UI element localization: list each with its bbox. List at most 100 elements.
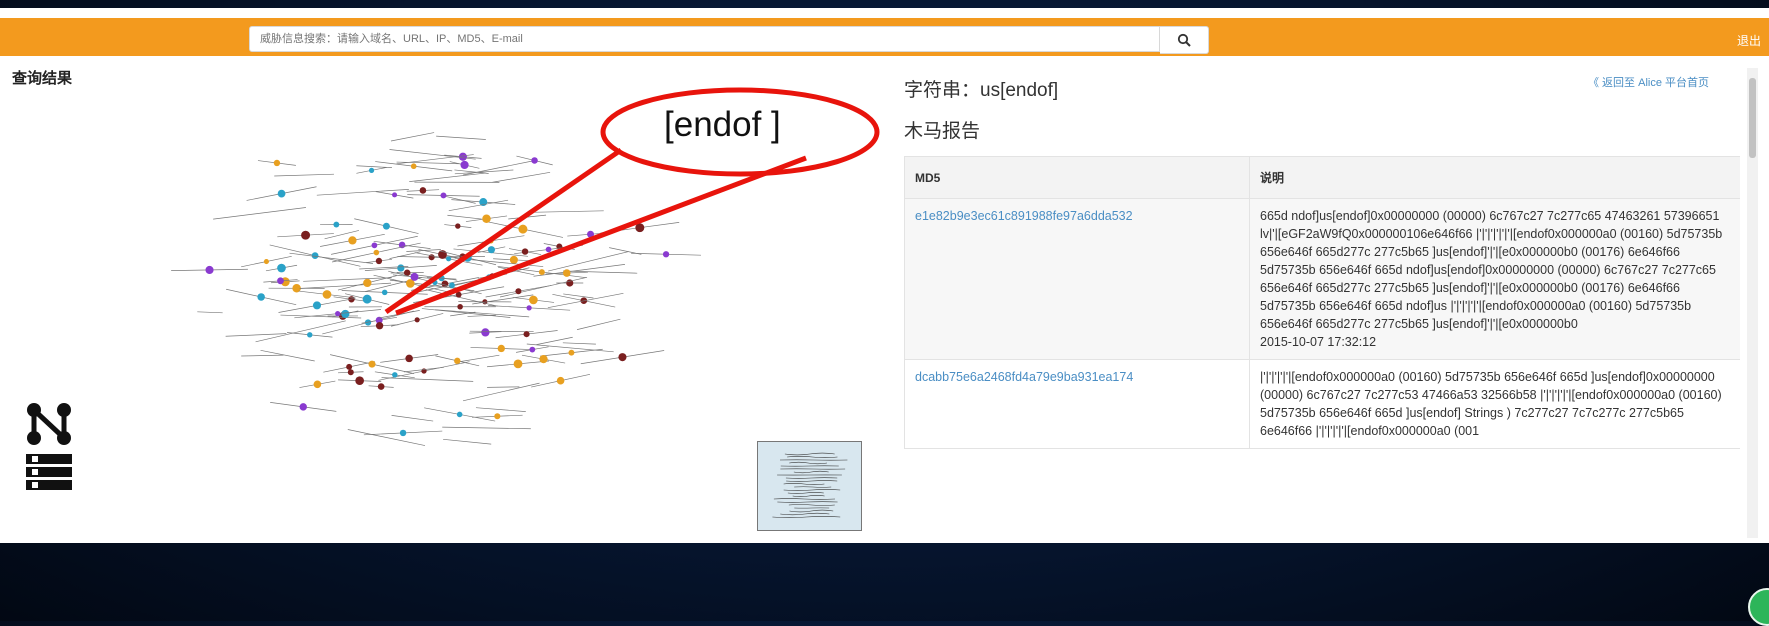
graph-edge: [382, 378, 474, 382]
graph-node[interactable]: [464, 254, 472, 262]
graph-node[interactable]: [514, 359, 523, 368]
graph-edge: [609, 248, 641, 255]
graph-node[interactable]: [341, 310, 349, 318]
graph-node[interactable]: [355, 376, 364, 385]
graph-node[interactable]: [531, 157, 538, 164]
graph-node[interactable]: [522, 248, 528, 254]
graph-node[interactable]: [400, 430, 406, 436]
graph-node[interactable]: [376, 258, 382, 264]
graph-node[interactable]: [440, 192, 446, 198]
graph-node[interactable]: [457, 412, 463, 418]
graph-node[interactable]: [587, 231, 594, 238]
graph-node[interactable]: [376, 322, 383, 329]
scrollbar-thumb[interactable]: [1749, 78, 1756, 158]
graph-node[interactable]: [257, 293, 265, 301]
graph-node[interactable]: [481, 328, 489, 336]
graph-node[interactable]: [411, 273, 419, 281]
graph-node[interactable]: [563, 269, 571, 277]
md5-link[interactable]: dcabb75e6a2468fd4a79e9ba931ea174: [905, 360, 1250, 449]
graph-node[interactable]: [618, 353, 626, 361]
graph-node[interactable]: [277, 277, 284, 284]
graph-edge: [445, 196, 476, 203]
graph-node[interactable]: [539, 355, 547, 363]
minimap-stroke: [789, 462, 827, 464]
graph-node[interactable]: [323, 290, 332, 299]
graph-node[interactable]: [488, 246, 495, 253]
graph-node[interactable]: [277, 264, 286, 273]
graph-node[interactable]: [557, 377, 565, 385]
graph-edge: [213, 208, 306, 220]
graph-node[interactable]: [392, 192, 397, 197]
graph-node[interactable]: [415, 317, 420, 322]
relation-graph[interactable]: [150, 113, 710, 458]
graph-node[interactable]: [454, 358, 460, 364]
graph-node[interactable]: [333, 222, 339, 228]
graph-node[interactable]: [378, 383, 385, 390]
graph-node[interactable]: [510, 256, 518, 264]
graph-node[interactable]: [205, 266, 213, 274]
graph-node[interactable]: [363, 295, 372, 304]
graph-node[interactable]: [363, 279, 371, 287]
graph-minimap[interactable]: [757, 441, 862, 531]
graph-node[interactable]: [456, 292, 462, 298]
graph-node[interactable]: [529, 296, 538, 305]
graph-edge: [436, 136, 486, 139]
graph-node[interactable]: [372, 242, 378, 248]
graph-node[interactable]: [449, 282, 455, 288]
graph-node[interactable]: [432, 280, 437, 285]
graph-node[interactable]: [420, 187, 427, 194]
graph-node[interactable]: [383, 223, 390, 230]
graph-node[interactable]: [397, 264, 404, 271]
graph-node[interactable]: [527, 305, 532, 310]
status-badge[interactable]: [1748, 588, 1769, 626]
graph-node[interactable]: [313, 301, 321, 309]
graph-node[interactable]: [348, 369, 354, 375]
graph-node[interactable]: [515, 288, 521, 294]
graph-node[interactable]: [405, 355, 413, 363]
graph-node[interactable]: [460, 161, 468, 169]
graph-node[interactable]: [568, 350, 574, 356]
graph-node[interactable]: [482, 215, 491, 224]
graph-node[interactable]: [635, 223, 644, 232]
search-input[interactable]: [249, 26, 1160, 52]
graph-edge: [487, 387, 519, 388]
search-button[interactable]: [1160, 26, 1209, 54]
graph-node[interactable]: [348, 236, 356, 244]
graph-node[interactable]: [312, 252, 319, 259]
graph-node[interactable]: [539, 269, 545, 275]
graph-node[interactable]: [489, 273, 495, 279]
graph-node[interactable]: [301, 231, 310, 240]
graph-node[interactable]: [369, 361, 376, 368]
graph-edge: [508, 215, 546, 219]
app-window: 退出 查询结果 字符串：us[endof] 木马报告 《 返回至 Alice 平…: [0, 8, 1769, 543]
graph-node[interactable]: [494, 413, 500, 419]
graph-node[interactable]: [524, 331, 530, 337]
md5-link[interactable]: e1e82b9e3ec61c891988fe97a6dda532: [905, 199, 1250, 360]
graph-node[interactable]: [369, 168, 374, 173]
graph-node[interactable]: [459, 153, 467, 161]
logout-link[interactable]: 退出: [1737, 32, 1761, 49]
graph-node[interactable]: [529, 347, 535, 353]
graph-node[interactable]: [264, 259, 269, 264]
graph-node[interactable]: [518, 225, 527, 234]
graph-node[interactable]: [346, 364, 352, 370]
graph-node[interactable]: [382, 290, 388, 296]
graph-node[interactable]: [457, 304, 463, 310]
graph-node[interactable]: [488, 238, 493, 243]
graph-node[interactable]: [546, 247, 552, 253]
back-to-home-link[interactable]: 《 返回至 Alice 平台首页: [1588, 74, 1709, 90]
graph-node[interactable]: [498, 345, 505, 352]
graph-node[interactable]: [663, 251, 669, 257]
graph-node[interactable]: [274, 160, 280, 166]
graph-node[interactable]: [314, 381, 322, 389]
graph-node[interactable]: [307, 332, 312, 337]
graph-node[interactable]: [300, 403, 307, 410]
description-cell: 665d ndof]us[endof]0x00000000 (00000) 6c…: [1250, 199, 1741, 360]
graph-node[interactable]: [335, 311, 340, 316]
graph-node[interactable]: [455, 223, 460, 228]
graph-node[interactable]: [374, 250, 380, 256]
graph-node[interactable]: [411, 163, 417, 169]
graph-node[interactable]: [446, 256, 451, 261]
graph-node[interactable]: [392, 372, 397, 377]
graph-node[interactable]: [278, 190, 286, 198]
